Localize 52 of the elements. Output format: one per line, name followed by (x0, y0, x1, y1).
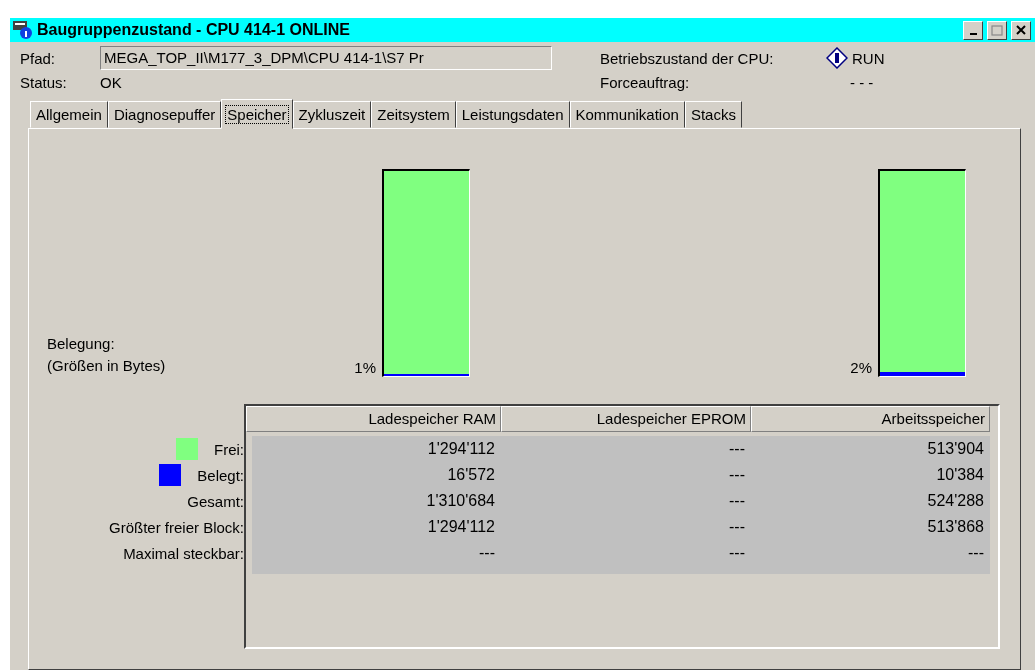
table-cell-text: 1'294'112 (426, 440, 496, 458)
cpu-mode-value: RUN (852, 49, 885, 67)
path-field[interactable]: MEGA_TOP_II\M177_3_DPM\CPU 414-1\S7 Pr (100, 46, 552, 70)
row-label: Gesamt: (187, 492, 244, 510)
run-state-icon (826, 47, 848, 69)
maximize-button[interactable] (987, 20, 1007, 40)
status-label: Status: (20, 74, 68, 91)
force-label: Forceauftrag: (600, 74, 691, 91)
tab[interactable]: Speicher (221, 99, 293, 129)
row-label: Frei: (214, 440, 244, 458)
row-label: Belegt: (197, 466, 244, 484)
usage-label: Belegung: (47, 334, 116, 354)
table-cell-text: 16'572 (446, 466, 496, 484)
column-header[interactable]: Arbeitsspeicher (751, 406, 990, 432)
tab[interactable]: Kommunikation (569, 101, 685, 128)
table-cell-text: --- (728, 440, 746, 458)
tab[interactable]: Leistungsdaten (455, 101, 570, 128)
table-cell-text: 524'288 (926, 492, 985, 510)
table-cell-text: --- (728, 518, 746, 536)
minimize-icon (969, 33, 977, 35)
column-header[interactable]: Ladespeicher EPROM (501, 406, 751, 432)
tab[interactable]: Zeitsystem (371, 101, 456, 128)
row-label: Größter freier Block: (108, 518, 244, 536)
column-header[interactable]: Ladespeicher RAM (246, 406, 501, 432)
table-cell-text: 1'294'112 (426, 518, 496, 536)
force-value: - - - (849, 74, 874, 91)
path-label: Pfad: (20, 49, 57, 67)
table-cell-text: --- (728, 466, 746, 484)
minimize-button[interactable] (963, 20, 983, 40)
tab[interactable]: Zykluszeit (292, 101, 372, 128)
table-cell-text: 513'904 (926, 440, 985, 458)
window-title: Baugruppenzustand - CPU 414-1 ONLINE (37, 21, 351, 39)
table-cell-text: 513'868 (926, 518, 985, 536)
close-button[interactable] (1011, 20, 1031, 40)
table-cell-text: --- (728, 492, 746, 510)
row-label: Maximal steckbar: (123, 544, 244, 562)
table-cell-text: --- (967, 544, 985, 562)
tab[interactable]: Diagnosepuffer (107, 101, 222, 128)
usage-percent: 1% (353, 359, 377, 377)
tab[interactable]: Stacks (684, 101, 742, 128)
table-cell-text: 10'384 (935, 466, 985, 484)
usage-sublabel: (Größen in Bytes) (47, 356, 167, 376)
table-cell-text: --- (728, 544, 746, 562)
cpu-mode-label: Betriebszustand der CPU: (600, 49, 775, 67)
maximize-icon (991, 24, 1003, 36)
module-info-icon (13, 20, 33, 40)
status-value: OK (100, 74, 123, 91)
close-icon (1016, 25, 1026, 35)
tab[interactable]: Allgemein (30, 101, 108, 128)
table-cell-text: --- (478, 544, 496, 562)
table-cell-text: 1'310'684 (425, 492, 496, 510)
usage-percent: 2% (849, 359, 873, 377)
